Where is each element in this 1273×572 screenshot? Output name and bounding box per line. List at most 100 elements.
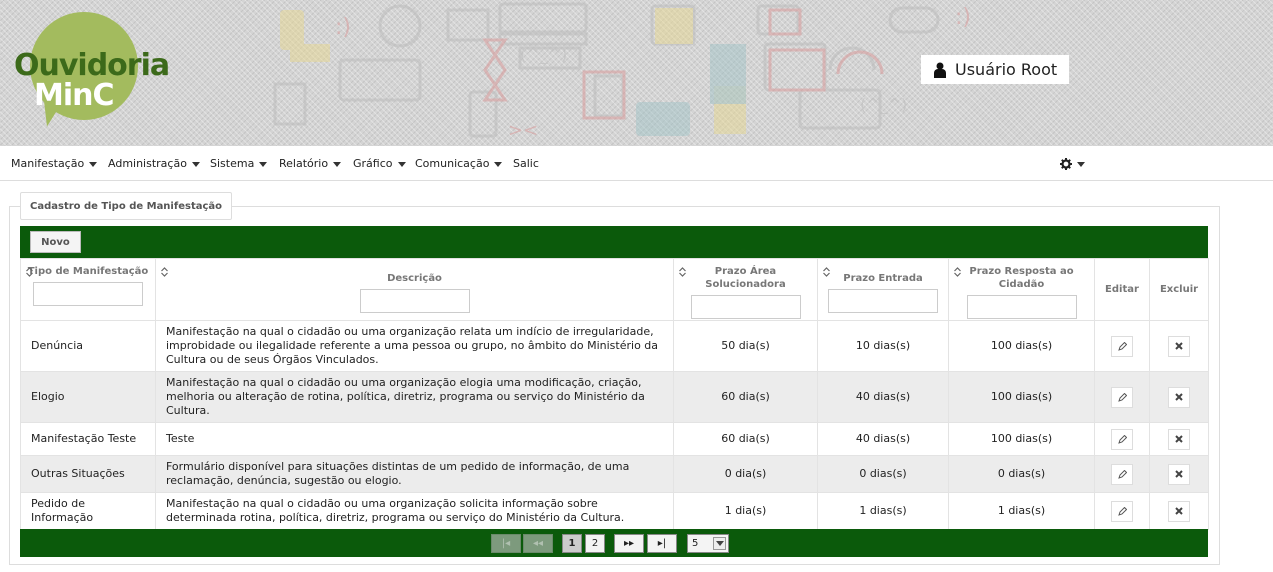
- cell-prazo-entrada: 10 dias(s): [817, 320, 949, 372]
- column-header-label: Prazo Entrada: [843, 273, 923, 284]
- header-banner: :) :) >< (^_^) (^_^) Ouvidoria MinC Usuá…: [0, 0, 1273, 146]
- new-button[interactable]: Novo: [30, 231, 81, 253]
- cell-editar: [1094, 371, 1150, 423]
- nav-item-administracao[interactable]: Administração: [108, 157, 200, 170]
- settings-menu[interactable]: [1060, 158, 1085, 170]
- nav-item-label: Salic: [513, 157, 539, 170]
- svg-text:(^_^): (^_^): [860, 95, 907, 115]
- sort-icon[interactable]: [679, 267, 686, 277]
- chevron-down-icon: [713, 537, 726, 550]
- nav-item-relatorio[interactable]: Relatório: [279, 157, 342, 170]
- user-menu[interactable]: Usuário Root: [921, 55, 1069, 84]
- close-icon: [1175, 393, 1183, 401]
- cell-prazo-area: 50 dia(s): [673, 320, 818, 372]
- column-header-tipo[interactable]: Tipo de Manifestação: [20, 258, 156, 321]
- cell-prazo-area: 60 dia(s): [673, 371, 818, 423]
- nav-item-label: Sistema: [210, 157, 255, 170]
- table-row: Outras Situações Formulário disponível p…: [20, 455, 1209, 493]
- edit-button[interactable]: [1111, 386, 1133, 408]
- manifestation-types-table: Tipo de Manifestação Descrição Prazo Áre…: [20, 258, 1209, 530]
- delete-button[interactable]: [1168, 428, 1190, 450]
- delete-button[interactable]: [1168, 386, 1190, 408]
- prev-page-button[interactable]: ◂◂: [523, 534, 553, 553]
- page-button-1[interactable]: 1: [562, 534, 582, 553]
- table-row: Elogio Manifestação na qual o cidadão ou…: [20, 371, 1209, 423]
- first-page-button[interactable]: |◂: [491, 534, 521, 553]
- cell-tipo: Denúncia: [20, 320, 156, 372]
- sort-icon[interactable]: [26, 267, 33, 277]
- pencil-icon: [1117, 341, 1127, 351]
- page-size-select[interactable]: 5: [687, 534, 729, 553]
- cell-tipo: Pedido de Informação: [20, 492, 156, 530]
- caret-down-icon: [333, 161, 342, 167]
- pencil-icon: [1117, 392, 1127, 402]
- table-row: Pedido de Informação Manifestação na qua…: [20, 492, 1209, 530]
- caret-down-icon: [1077, 161, 1085, 167]
- sort-icon[interactable]: [161, 267, 168, 277]
- cell-descricao: Manifestação na qual o cidadão ou uma or…: [155, 371, 674, 423]
- next-page-button[interactable]: ▸▸: [614, 534, 644, 553]
- filter-prazo-resposta-input[interactable]: [966, 295, 1077, 319]
- logo-text-minc: MinC: [34, 78, 115, 113]
- nav-item-label: Manifestação: [11, 157, 85, 170]
- cell-prazo-entrada: 1 dias(s): [817, 492, 949, 530]
- cell-prazo-resposta: 1 dias(s): [948, 492, 1095, 530]
- cell-excluir: [1149, 320, 1209, 372]
- page-button-2[interactable]: 2: [585, 534, 605, 553]
- cell-descricao: Manifestação na qual o cidadão ou uma or…: [155, 492, 674, 530]
- table-row: Denúncia Manifestação na qual o cidadão …: [20, 320, 1209, 372]
- column-header-label: Descrição: [387, 273, 442, 284]
- cell-tipo: Manifestação Teste: [20, 422, 156, 456]
- cell-editar: [1094, 422, 1150, 456]
- cell-prazo-entrada: 40 dias(s): [817, 371, 949, 423]
- edit-button[interactable]: [1111, 500, 1133, 522]
- cell-prazo-area: 0 dia(s): [673, 455, 818, 493]
- nav-item-manifestacao[interactable]: Manifestação: [11, 157, 98, 170]
- column-header-prazo-resposta[interactable]: Prazo Resposta ao Cidadão: [948, 258, 1095, 321]
- nav-item-label: Gráfico: [353, 157, 393, 170]
- background-pattern: :) :) >< (^_^) (^_^): [273, 2, 971, 141]
- column-header-descricao[interactable]: Descrição: [155, 258, 674, 321]
- cell-prazo-resposta: 100 dias(s): [948, 320, 1095, 372]
- table-row: Manifestação Teste Teste 60 dia(s) 40 di…: [20, 422, 1209, 456]
- last-page-button[interactable]: ▸|: [647, 534, 677, 553]
- sort-icon[interactable]: [954, 267, 961, 277]
- caret-down-icon: [89, 161, 98, 167]
- nav-item-label: Administração: [108, 157, 187, 170]
- column-header-editar: Editar: [1094, 258, 1150, 321]
- delete-button[interactable]: [1168, 335, 1190, 357]
- nav-item-comunicacao[interactable]: Comunicação: [415, 157, 503, 170]
- user-icon: [934, 62, 946, 78]
- nav-item-salic[interactable]: Salic: [513, 157, 539, 170]
- cell-descricao: Formulário disponível para situações dis…: [155, 455, 674, 493]
- filter-prazo-area-input[interactable]: [690, 295, 801, 319]
- cell-prazo-entrada: 40 dias(s): [817, 422, 949, 456]
- sort-icon[interactable]: [823, 267, 830, 277]
- nav-item-sistema[interactable]: Sistema: [210, 157, 268, 170]
- close-icon: [1175, 342, 1183, 350]
- column-header-prazo-area[interactable]: Prazo Área Solucionadora: [673, 258, 818, 321]
- cell-prazo-entrada: 0 dias(s): [817, 455, 949, 493]
- nav-item-label: Relatório: [279, 157, 329, 170]
- grid-toolbar: Novo: [20, 226, 1208, 258]
- edit-button[interactable]: [1111, 463, 1133, 485]
- filter-prazo-entrada-input[interactable]: [828, 289, 938, 313]
- filter-descricao-input[interactable]: [359, 289, 470, 313]
- cell-editar: [1094, 492, 1150, 530]
- edit-button[interactable]: [1111, 335, 1133, 357]
- filter-tipo-input[interactable]: [33, 282, 143, 306]
- user-name: Usuário Root: [955, 60, 1058, 79]
- ouvidoria-minc-logo[interactable]: Ouvidoria MinC: [14, 12, 184, 129]
- caret-down-icon: [259, 161, 268, 167]
- nav-item-grafico[interactable]: Gráfico: [353, 157, 406, 170]
- edit-button[interactable]: [1111, 428, 1133, 450]
- caret-down-icon: [191, 161, 200, 167]
- column-header-label: Tipo de Manifestação: [27, 266, 149, 277]
- delete-button[interactable]: [1168, 463, 1190, 485]
- column-header-prazo-entrada[interactable]: Prazo Entrada: [817, 258, 949, 321]
- delete-button[interactable]: [1168, 500, 1190, 522]
- nav-item-label: Comunicação: [415, 157, 490, 170]
- column-header-excluir: Excluir: [1149, 258, 1209, 321]
- cell-editar: [1094, 320, 1150, 372]
- pencil-icon: [1117, 506, 1127, 516]
